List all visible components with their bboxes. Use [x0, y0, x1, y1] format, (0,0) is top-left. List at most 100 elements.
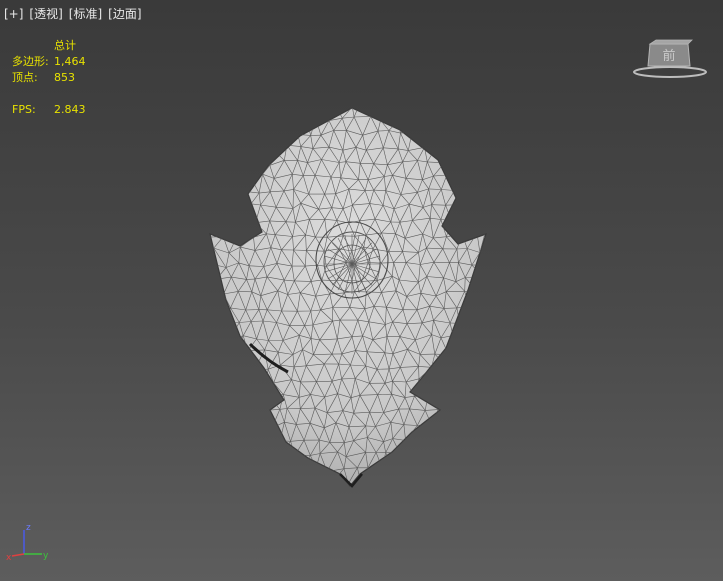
wire-edge — [441, 379, 452, 394]
wire-edge — [246, 161, 254, 164]
wire-edge — [481, 335, 486, 353]
wire-edge — [487, 133, 494, 146]
wire-edge — [476, 220, 479, 234]
wire-edge — [240, 203, 252, 221]
wire-edge — [487, 423, 497, 442]
wire-edge — [431, 425, 442, 442]
wire-edge — [424, 423, 432, 440]
wire-edge — [464, 452, 484, 455]
wire-edge — [437, 393, 442, 410]
wire-edge — [245, 367, 253, 383]
wire-edge — [475, 307, 484, 324]
wire-edge — [220, 205, 228, 220]
wire-edge — [487, 292, 501, 295]
wire-edge — [465, 353, 477, 369]
wire-edge — [233, 470, 241, 481]
wire-edge — [431, 363, 445, 368]
wire-edge — [478, 363, 486, 384]
wire-edge — [488, 193, 495, 209]
wire-edge — [431, 456, 438, 471]
viewcube-widget[interactable]: 前 — [632, 38, 708, 82]
wire-edge — [467, 149, 476, 162]
wire-edge — [272, 131, 274, 151]
wire-edge — [251, 146, 262, 149]
wire-edge — [480, 162, 486, 178]
wire-edge — [315, 108, 324, 119]
wire-edge — [463, 353, 477, 355]
wire-edge — [495, 178, 498, 192]
wire-edge — [484, 232, 486, 248]
wire-edge — [483, 307, 486, 322]
wire-edge — [467, 160, 481, 163]
wire-edge — [279, 130, 298, 135]
wire-edge — [210, 135, 215, 150]
wire-edge — [238, 220, 242, 233]
wire-edge — [412, 108, 424, 120]
wire-edge — [210, 407, 212, 424]
wire-edge — [464, 177, 467, 192]
wire-edge — [466, 363, 479, 369]
wire-edge — [210, 306, 216, 312]
wire-edge — [214, 423, 233, 427]
wire-edge — [212, 293, 224, 296]
wire-edge — [476, 335, 482, 354]
wire-edge — [463, 354, 467, 369]
wire-edge — [253, 115, 264, 136]
wire-edge — [210, 398, 218, 409]
wire-edge — [230, 161, 247, 164]
wire-edge — [272, 118, 274, 132]
wire-edge — [476, 276, 484, 292]
perspective-viewport[interactable]: [+] [透视] [标准] [边面] 总计 多边形: 1,464 顶点: 853… — [0, 0, 723, 581]
wire-edge — [233, 437, 248, 441]
wire-edge — [449, 150, 453, 161]
wire-edge — [222, 408, 240, 410]
wire-edge — [484, 396, 486, 409]
wire-edge — [441, 425, 448, 442]
wire-edge — [461, 426, 466, 438]
wire-edge — [210, 335, 215, 354]
wire-edge — [223, 177, 232, 193]
wire-edge — [475, 130, 481, 150]
wire-edge — [486, 178, 498, 179]
wire-edge — [467, 335, 482, 339]
wire-edge — [477, 208, 486, 221]
wire-edge — [379, 102, 388, 104]
wire-edge — [451, 354, 465, 370]
wire-edge — [441, 425, 457, 428]
wire-edge — [261, 131, 274, 148]
wire-edge — [233, 335, 244, 354]
wire-edge — [269, 452, 282, 455]
wire-edge — [240, 175, 250, 192]
wire-edge — [218, 164, 224, 178]
wire-edge — [481, 189, 486, 193]
wire-edge — [465, 425, 481, 428]
wire-edge — [257, 104, 268, 106]
wire-edge — [434, 148, 451, 151]
viewcube-top-face[interactable] — [648, 39, 693, 45]
wire-edge — [247, 423, 255, 439]
wire-edge — [240, 466, 249, 481]
wire-edge — [474, 397, 480, 411]
wire-edge — [243, 409, 248, 426]
wire-edge — [436, 379, 442, 394]
wire-edge — [496, 423, 499, 438]
shield-mesh[interactable] — [0, 0, 723, 581]
wire-edge — [210, 422, 213, 438]
wire-edge — [236, 190, 242, 204]
wire-edge — [487, 145, 504, 148]
wire-edge — [392, 468, 411, 471]
viewcube-compass-ring[interactable] — [633, 66, 707, 78]
wire-edge — [266, 384, 268, 395]
wire-edge — [460, 471, 471, 482]
wire-edge — [468, 119, 477, 131]
wire-edge — [244, 132, 255, 136]
wire-edge — [463, 338, 469, 355]
wire-edge — [239, 174, 250, 176]
wire-edge — [475, 119, 486, 122]
wire-edge — [382, 467, 393, 471]
wire-edge — [279, 130, 288, 146]
wire-edge — [475, 145, 486, 151]
wire-edge — [281, 453, 293, 467]
wire-edge — [218, 161, 231, 165]
axis-tripod-gizmo: z y x — [6, 523, 49, 562]
